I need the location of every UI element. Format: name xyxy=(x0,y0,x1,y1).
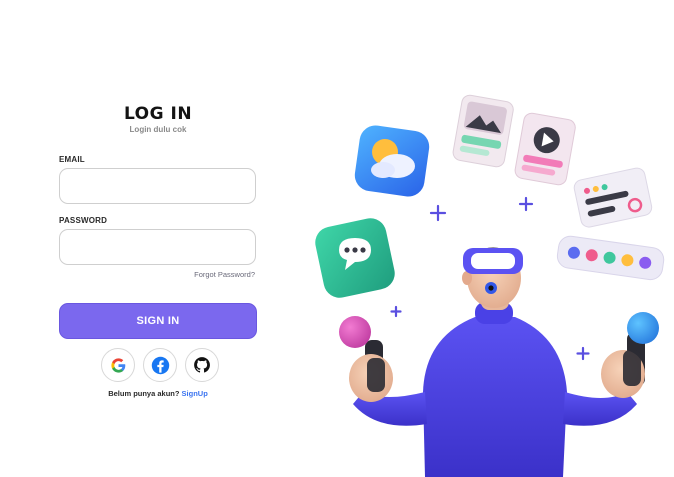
vr-illustration xyxy=(315,94,665,477)
person-sweater xyxy=(423,317,567,477)
video-card-icon xyxy=(514,112,576,186)
password-label: PASSWORD xyxy=(59,216,108,225)
email-label: EMAIL xyxy=(59,155,85,164)
facebook-icon xyxy=(151,356,169,374)
social-login-group xyxy=(101,348,219,382)
github-login-button[interactable] xyxy=(185,348,219,382)
sign-in-button[interactable]: SIGN IN xyxy=(59,303,257,339)
page-subtitle: Login dulu cok xyxy=(129,125,187,134)
password-field[interactable] xyxy=(60,230,255,264)
signup-prompt-line: Belum punya akun? SignUp xyxy=(57,389,259,398)
page-title: LOG IN xyxy=(123,104,193,124)
facebook-login-button[interactable] xyxy=(143,348,177,382)
signup-link[interactable]: SignUp xyxy=(182,389,208,398)
weather-icon xyxy=(354,125,430,197)
signup-prompt: Belum punya akun? xyxy=(108,389,180,398)
right-controller xyxy=(601,312,659,398)
chat-bubble-icon xyxy=(315,218,395,298)
google-login-button[interactable] xyxy=(101,348,135,382)
photo-card-icon xyxy=(452,94,514,168)
email-field-wrapper xyxy=(59,168,256,204)
github-icon xyxy=(194,357,210,373)
left-controller xyxy=(339,316,393,402)
password-field-wrapper xyxy=(59,229,256,265)
google-icon xyxy=(110,357,125,373)
settings-card-icon xyxy=(573,167,653,228)
email-field[interactable] xyxy=(60,169,255,203)
color-palette-icon xyxy=(556,235,665,281)
forgot-password-link[interactable]: Forgot Password? xyxy=(194,270,255,279)
person-head xyxy=(462,247,523,310)
